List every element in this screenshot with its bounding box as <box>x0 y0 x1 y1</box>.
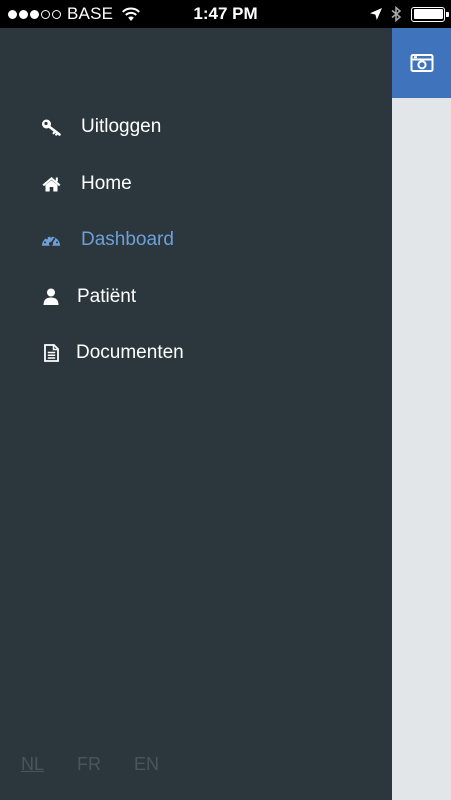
status-bar-right <box>370 0 449 28</box>
main-content-peek <box>392 28 451 800</box>
menu-item-documenten[interactable]: Documenten <box>0 325 392 382</box>
menu-item-label: Home <box>81 172 132 194</box>
language-switcher: NL FR EN <box>21 754 159 775</box>
dashboard-icon <box>41 230 61 250</box>
app-screen: BASE 1:47 PM Uitloggen Home Dashboard Pa… <box>0 0 451 800</box>
user-icon <box>41 287 61 307</box>
camera-icon <box>410 54 433 72</box>
language-en[interactable]: EN <box>134 754 159 775</box>
status-bar: BASE 1:47 PM <box>0 0 451 28</box>
camera-button[interactable] <box>392 28 451 98</box>
location-arrow-icon <box>370 8 382 20</box>
menu-item-label: Patiënt <box>77 285 137 307</box>
bluetooth-icon <box>391 6 402 22</box>
language-fr[interactable]: FR <box>77 754 101 775</box>
side-drawer: Uitloggen Home Dashboard Patiënt Documen… <box>0 28 392 800</box>
menu-item-uitloggen[interactable]: Uitloggen <box>0 99 392 156</box>
menu-item-label: Documenten <box>76 342 184 364</box>
menu-item-label: Dashboard <box>81 229 174 251</box>
document-icon <box>41 343 61 363</box>
home-icon <box>41 174 61 194</box>
key-icon <box>41 117 61 137</box>
menu-item-dashboard[interactable]: Dashboard <box>0 212 392 269</box>
drawer-menu: Uitloggen Home Dashboard Patiënt Documen… <box>0 99 392 382</box>
menu-item-patient[interactable]: Patiënt <box>0 269 392 326</box>
menu-item-home[interactable]: Home <box>0 156 392 213</box>
menu-item-label: Uitloggen <box>81 116 162 138</box>
language-nl[interactable]: NL <box>21 754 44 775</box>
battery-icon <box>411 6 449 22</box>
